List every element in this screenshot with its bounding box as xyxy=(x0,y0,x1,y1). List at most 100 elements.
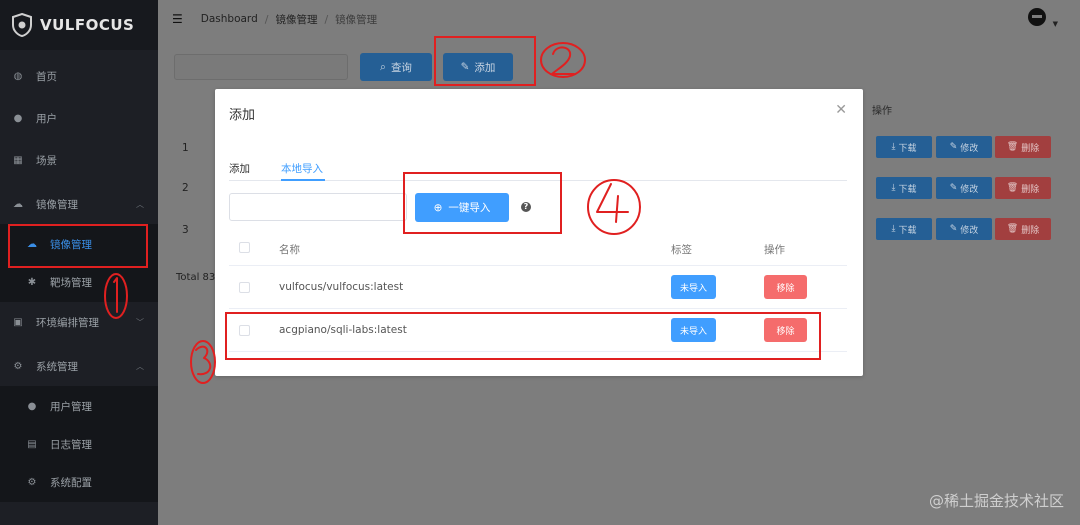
gear-icon: ⚙ xyxy=(13,360,23,372)
sidebar-item-range-management[interactable]: ✱ 靶场管理 xyxy=(0,262,158,302)
download-icon: ⤓ xyxy=(891,224,896,234)
edit-icon: ✎ xyxy=(949,183,958,193)
layout-icon: ▣ xyxy=(13,316,23,328)
grid-icon: ▦ xyxy=(13,154,23,166)
dashboard-icon: ◍ xyxy=(13,70,23,82)
sidebar-item-user[interactable]: ● 用户 xyxy=(0,98,158,138)
chevron-up-icon: ︿ xyxy=(136,199,144,209)
logo-text: VULFOCUS xyxy=(40,16,135,34)
sidebar-item-label: 系统管理 xyxy=(36,360,78,373)
sidebar-item-label: 靶场管理 xyxy=(50,276,92,289)
logo[interactable]: VULFOCUS xyxy=(0,0,158,50)
select-all-checkbox[interactable] xyxy=(239,242,250,253)
search-input[interactable] xyxy=(174,54,348,80)
annotation-box-3 xyxy=(225,312,821,360)
document-icon: ▤ xyxy=(27,438,37,450)
shield-logo-icon xyxy=(12,13,32,37)
trash-icon: 🗑 xyxy=(1006,224,1019,234)
avatar-icon[interactable] xyxy=(1028,8,1046,26)
sidebar-item-image-management[interactable]: ☁ 镜像管理 ︿ xyxy=(0,184,158,224)
delete-label: 删除 xyxy=(1021,143,1040,154)
sidebar-item-label: 用户管理 xyxy=(50,400,92,413)
edit-label: 修改 xyxy=(960,225,979,236)
sidebar-item-scene[interactable]: ▦ 场景 xyxy=(0,140,158,180)
query-button[interactable]: ⌕ 查询 xyxy=(360,53,432,81)
close-icon[interactable]: ✕ xyxy=(835,102,847,118)
pagination-total: Total 83 xyxy=(176,272,216,283)
sidebar-item-label: 系统配置 xyxy=(50,476,92,489)
edit-icon: ✎ xyxy=(949,224,958,234)
annotation-box-2 xyxy=(434,36,536,86)
breadcrumb-separator: / xyxy=(324,12,329,26)
user-icon: ● xyxy=(13,112,23,124)
download-icon: ⤓ xyxy=(891,142,896,152)
caret-down-icon[interactable]: ▼ xyxy=(1053,20,1058,28)
tab-add[interactable]: 添加 xyxy=(229,161,250,176)
edit-button[interactable]: ✎ 修改 xyxy=(936,136,992,158)
bug-icon: ✱ xyxy=(27,276,37,288)
sidebar-item-label: 环境编排管理 xyxy=(36,316,99,329)
delete-label: 删除 xyxy=(1021,184,1040,195)
sidebar-item-label: 镜像管理 xyxy=(36,198,78,211)
not-imported-tag-button[interactable]: 未导入 xyxy=(671,275,716,299)
sidebar-item-label: 用户 xyxy=(36,112,57,125)
download-label: 下载 xyxy=(898,143,917,154)
trash-icon: 🗑 xyxy=(1006,183,1019,193)
sidebar-item-system-management[interactable]: ⚙ 系统管理 ︿ xyxy=(0,346,158,386)
sidebar-item-system-config[interactable]: ⚙ 系统配置 xyxy=(0,462,158,502)
sidebar-item-label: 首页 xyxy=(36,70,57,83)
breadcrumb-item-dashboard[interactable]: Dashboard xyxy=(201,13,258,25)
download-label: 下载 xyxy=(898,225,917,236)
column-header-name: 名称 xyxy=(279,244,300,256)
row-checkbox[interactable] xyxy=(239,282,250,293)
row-number: 1 xyxy=(182,142,189,154)
delete-button[interactable]: 🗑 删除 xyxy=(995,136,1051,158)
column-header-operation: 操作 xyxy=(764,244,785,256)
delete-button[interactable]: 🗑 删除 xyxy=(995,177,1051,199)
sidebar-item-env-orchestration[interactable]: ▣ 环境编排管理 ﹀ xyxy=(0,302,158,342)
edit-button[interactable]: ✎ 修改 xyxy=(936,177,992,199)
trash-icon: 🗑 xyxy=(1006,142,1019,152)
dialog-title: 添加 xyxy=(229,108,256,123)
edit-icon: ✎ xyxy=(949,142,958,152)
breadcrumb-item-image[interactable]: 镜像管理 xyxy=(275,12,317,27)
download-button[interactable]: ⤓ 下载 xyxy=(876,136,932,158)
download-button[interactable]: ⤓ 下载 xyxy=(876,177,932,199)
column-header-tag: 标签 xyxy=(671,244,692,256)
active-tab-indicator xyxy=(281,179,325,181)
watermark: @稀土掘金技术社区 xyxy=(928,492,1064,510)
menu-toggle-icon[interactable]: ☰ xyxy=(172,12,183,26)
image-search-input[interactable] xyxy=(229,193,407,221)
tab-local-import[interactable]: 本地导入 xyxy=(281,161,323,176)
sidebar-item-user-management[interactable]: ● 用户管理 xyxy=(0,386,158,426)
download-label: 下载 xyxy=(898,184,917,195)
cloud-icon: ☁ xyxy=(13,198,23,210)
breadcrumb-separator: / xyxy=(264,12,269,26)
sidebar-item-log-management[interactable]: ▤ 日志管理 xyxy=(0,424,158,464)
chevron-up-icon: ︿ xyxy=(136,361,144,371)
chevron-down-icon: ﹀ xyxy=(136,317,144,327)
row-number: 2 xyxy=(182,182,189,194)
breadcrumb-item-current: 镜像管理 xyxy=(335,13,378,26)
delete-button[interactable]: 🗑 删除 xyxy=(995,218,1051,240)
sidebar-item-home[interactable]: ◍ 首页 xyxy=(0,56,158,96)
sidebar-item-label: 场景 xyxy=(36,154,57,167)
sidebar-item-label: 日志管理 xyxy=(50,438,92,451)
edit-button[interactable]: ✎ 修改 xyxy=(936,218,992,240)
edit-label: 修改 xyxy=(960,184,979,195)
operation-column-header: 操作 xyxy=(872,106,892,117)
edit-label: 修改 xyxy=(960,143,979,154)
annotation-box-4 xyxy=(403,172,562,234)
download-button[interactable]: ⤓ 下载 xyxy=(876,218,932,240)
remove-button[interactable]: 移除 xyxy=(764,275,807,299)
query-button-label: 查询 xyxy=(390,61,412,74)
table-header: 名称 标签 操作 xyxy=(229,230,847,266)
search-icon: ⌕ xyxy=(380,60,386,73)
user-icon: ● xyxy=(27,400,37,412)
gear-icon: ⚙ xyxy=(27,476,37,488)
annotation-box-1 xyxy=(8,224,148,268)
download-icon: ⤓ xyxy=(891,183,896,193)
image-name: vulfocus/vulfocus:latest xyxy=(279,281,404,293)
delete-label: 删除 xyxy=(1021,225,1040,236)
topbar: ☰ Dashboard / 镜像管理 / 镜像管理 xyxy=(158,0,1080,38)
